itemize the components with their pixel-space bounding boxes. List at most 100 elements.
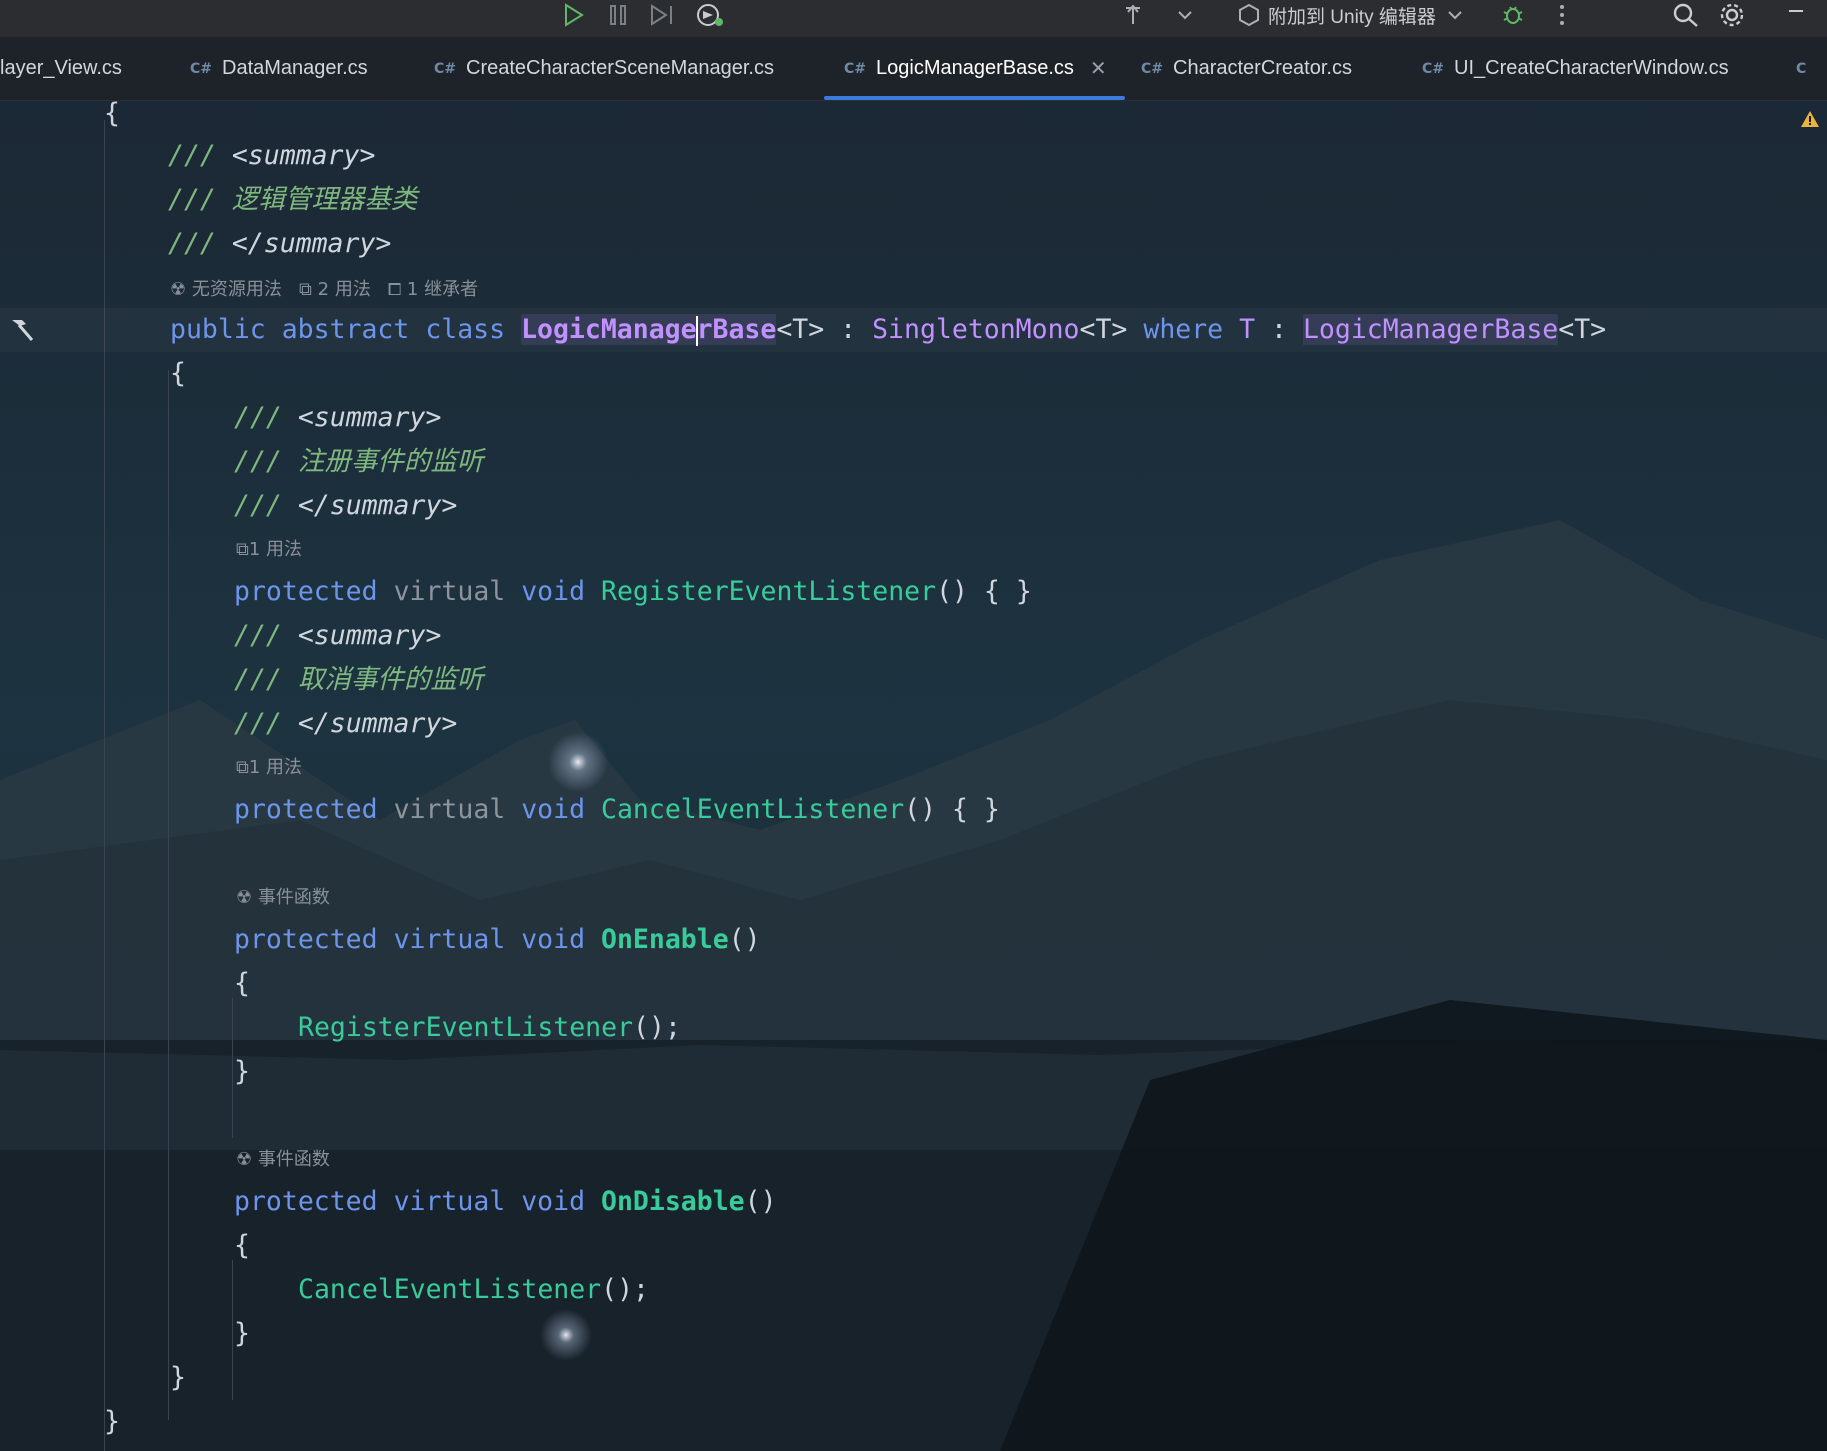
tab-data-manager[interactable]: C# DataManager.cs [190,37,368,100]
main-toolbar: 附加到 Unity 编辑器 [0,0,1827,38]
xml-doc-tag: </summary> [297,708,458,739]
method-call[interactable]: CancelEventListener [298,1274,601,1305]
type-param: T [1239,314,1256,345]
code-vision-hints: ☢ 事件函数 [236,884,330,912]
keyword: void [521,576,586,607]
keyword: void [521,1186,586,1217]
hint-event-function[interactable]: 事件函数 [258,1149,330,1170]
tab-label: LogicManagerBase.cs [876,57,1074,79]
colon: : [824,314,873,345]
brace: { [234,1230,250,1261]
keyword: public [170,314,266,345]
parens: () [744,1186,777,1217]
brace: { [234,968,250,999]
run-icon[interactable] [560,0,586,30]
warning-icon[interactable] [1800,110,1820,133]
tab-overflow-icon[interactable]: C [1796,37,1816,100]
doc-comment-text: 逻辑管理器基类 [231,184,418,215]
colon: : [1255,314,1303,345]
keyword: protected [234,924,378,955]
code-line: { [170,352,186,396]
hint-usages[interactable]: 1 用法 [249,757,302,778]
tab-label: CreateCharacterSceneManager.cs [466,57,774,79]
keyword: virtual [393,794,506,825]
code-line: /// 逻辑管理器基类 [168,178,417,222]
hint-resource-usages[interactable]: 无资源用法 [192,279,282,300]
method-name[interactable]: RegisterEventListener [601,576,936,607]
class-name[interactable]: LogicManagerBase [521,314,777,346]
csharp-file-icon: C [1796,60,1807,77]
minimize-icon[interactable] [1786,0,1806,30]
tab-label: CharacterCreator.cs [1173,57,1352,79]
unity-attach-icon [1239,3,1259,27]
indent-guide [168,370,169,1420]
csharp-file-icon: C# [1141,60,1164,77]
code-vision-hints: ⧉1 用法 [236,754,302,782]
chevron-down-icon[interactable] [1176,0,1194,30]
git-push-icon[interactable] [1120,0,1146,30]
generic-param: <T> [1079,314,1128,345]
keyword: protected [234,794,378,825]
attach-unity-button[interactable]: 附加到 Unity 编辑器 [1236,0,1464,30]
code-line: /// </summary> [234,484,457,528]
close-icon[interactable]: ✕ [1090,56,1107,81]
code-line: protected virtual void RegisterEventList… [234,570,1032,614]
code-vision-hints: ⧉1 用法 [236,536,302,564]
code-line: /// </summary> [234,702,457,746]
xml-doc-tag: <summary> [297,402,442,433]
csharp-file-icon: C# [190,60,213,77]
gear-icon[interactable] [1718,0,1746,30]
code-line: /// <summary> [168,134,375,178]
tab-label: layer_View.cs [0,57,122,79]
comment-prefix: /// [234,708,298,739]
keyword: protected [234,576,378,607]
method-name[interactable]: OnEnable [601,924,729,955]
tab-ui-create-character-window[interactable]: C# UI_CreateCharacterWindow.cs [1422,37,1729,100]
code-line: /// </summary> [168,222,391,266]
keyword: protected [234,1186,378,1217]
code-editor[interactable]: { /// <summary> /// 逻辑管理器基类 /// </summar… [0,98,1827,1451]
parens: () [728,924,761,955]
keyword: virtual [393,576,506,607]
keyword: virtual [393,924,506,955]
code-line: } [234,1312,250,1356]
code-vision-hints: ☢ 事件函数 [236,1146,330,1174]
xml-doc-tag: </summary> [231,228,392,259]
code-line: { [234,1224,250,1268]
tab-label: DataManager.cs [222,57,368,79]
hint-usages[interactable]: 2 用法 [318,279,371,300]
hint-event-function[interactable]: 事件函数 [258,887,330,908]
unity-play-icon[interactable] [694,0,724,30]
comment-prefix: /// [168,228,232,259]
generic-param: <T> [776,314,825,345]
doc-comment-text: 取消事件的监听 [297,664,484,695]
brace: { [170,358,186,389]
unity-event-icon: ☢ [236,1149,253,1170]
tab-logic-manager-base[interactable]: C# LogicManagerBase.cs ✕ [824,37,1125,100]
method-call[interactable]: RegisterEventListener [298,1012,633,1043]
comment-prefix: /// [234,402,298,433]
usages-icon: ⧉ [236,539,249,560]
tab-character-creator[interactable]: C# CharacterCreator.cs [1141,37,1352,100]
code-line: CancelEventListener(); [298,1268,649,1312]
method-name[interactable]: OnDisable [601,1186,745,1217]
tab-player-view[interactable]: layer_View.cs [0,37,122,100]
method-name[interactable]: CancelEventListener [601,794,904,825]
constraint-class[interactable]: LogicManagerBase [1302,314,1559,345]
brace: } [104,1406,120,1437]
comment-prefix: /// [234,664,298,695]
hint-inheritors[interactable]: 1 继承者 [407,279,478,300]
code-line: /// 取消事件的监听 [234,658,483,702]
hint-usages[interactable]: 1 用法 [249,539,302,560]
code-line: { [234,962,250,1006]
debug-bug-icon[interactable] [1500,0,1526,30]
code-line: protected virtual void OnDisable() [234,1180,777,1224]
tab-create-character-scene-manager[interactable]: C# CreateCharacterSceneManager.cs [434,37,774,100]
generic-param: <T> [1558,314,1607,345]
pause-icon[interactable] [606,0,630,30]
step-icon[interactable] [648,0,676,30]
base-class[interactable]: SingletonMono [872,314,1079,345]
more-options-icon[interactable] [1554,0,1570,30]
search-icon[interactable] [1672,0,1700,30]
code-line: } [104,1400,120,1444]
